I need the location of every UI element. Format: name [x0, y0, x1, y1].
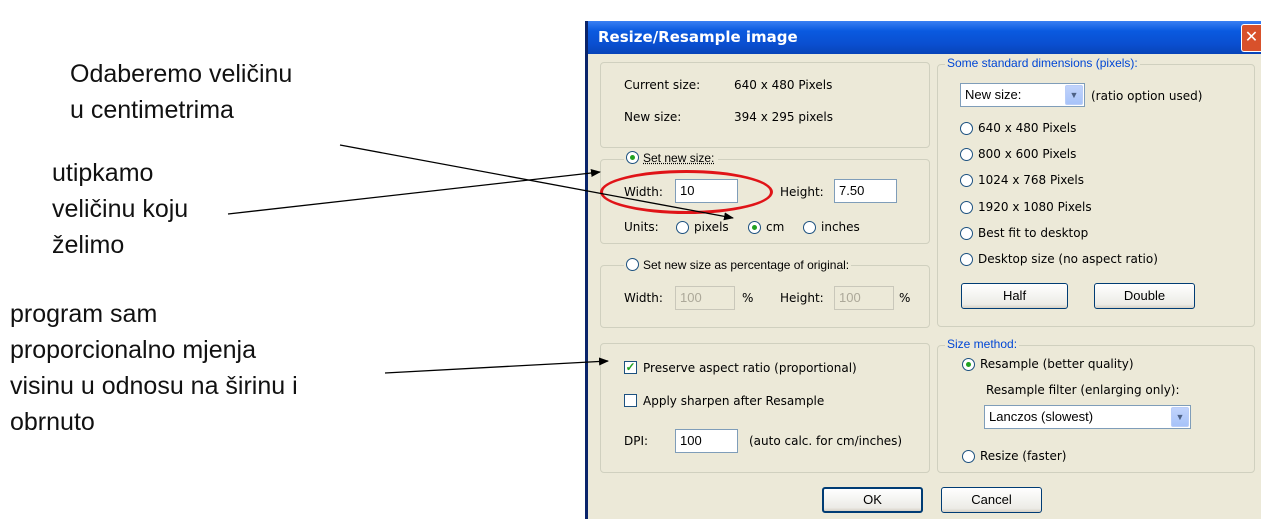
resample-filter-select[interactable]: Lanczos (slowest) ▼ [984, 405, 1191, 429]
option-640-label: 640 x 480 Pixels [978, 121, 1077, 135]
resize-radio[interactable] [962, 450, 975, 463]
units-label: Units: [624, 220, 659, 234]
set-new-size-legend[interactable]: Set new size: [624, 151, 719, 165]
annotation-line: Odaberemo veličinu [70, 60, 293, 88]
height-input[interactable]: 7.50 [834, 179, 897, 203]
highlight-ellipse [600, 170, 773, 214]
resize-label: Resize (faster) [980, 449, 1067, 463]
option-1920-label: 1920 x 1080 Pixels [978, 200, 1092, 214]
preserve-aspect-label: Preserve aspect ratio (proportional) [643, 361, 857, 375]
unit-pixels-radio[interactable] [676, 221, 689, 234]
annotation-line: želimo [52, 231, 125, 259]
size-method-legend: Size method: [945, 337, 1020, 351]
option-desktop-radio[interactable] [960, 253, 973, 266]
option-best-fit-label: Best fit to desktop [978, 226, 1089, 240]
annotation-line: program sam [10, 300, 158, 328]
percentage-label: Set new size as percentage of original: [643, 258, 850, 272]
unit-inches-radio[interactable] [803, 221, 816, 234]
annotation-line: visinu u odnosu na širinu i [10, 372, 298, 400]
option-640-radio[interactable] [960, 122, 973, 135]
dialog-title: Resize/Resample image [598, 28, 798, 46]
percent-sign: % [742, 291, 754, 305]
resample-radio[interactable] [962, 358, 975, 371]
unit-cm-radio[interactable] [748, 221, 761, 234]
unit-pixels-label: pixels [694, 220, 729, 234]
percent-width-input[interactable]: 100 [675, 286, 735, 310]
chevron-down-icon[interactable]: ▼ [1065, 85, 1083, 105]
unit-cm-label: cm [766, 220, 785, 234]
percentage-legend[interactable]: Set new size as percentage of original: [624, 258, 852, 272]
percent-height-input[interactable]: 100 [834, 286, 894, 310]
current-size-value: 640 x 480 Pixels [734, 78, 833, 92]
new-size-select-value: New size: [965, 87, 1022, 102]
arrow-to-width-field [227, 169, 601, 215]
percent-sign: % [899, 291, 911, 305]
set-new-size-radio[interactable] [626, 151, 639, 164]
option-1024-label: 1024 x 768 Pixels [978, 173, 1084, 187]
ratio-hint: (ratio option used) [1091, 89, 1203, 103]
preserve-aspect-checkbox[interactable]: ✓ [624, 361, 637, 374]
half-button[interactable]: Half [961, 283, 1068, 309]
dpi-label: DPI: [624, 434, 649, 448]
percent-height-label: Height: [780, 291, 824, 305]
annotation-choose-centimeters: Odaberemo veličinu u centimetrima [70, 56, 292, 128]
option-best-fit-radio[interactable] [960, 227, 973, 240]
new-size-select[interactable]: New size: ▼ [960, 83, 1085, 107]
apply-sharpen-checkbox[interactable] [624, 394, 637, 407]
dpi-hint: (auto calc. for cm/inches) [749, 434, 903, 448]
new-size-value: 394 x 295 pixels [734, 110, 834, 124]
unit-inches-label: inches [821, 220, 860, 234]
option-800-label: 800 x 600 Pixels [978, 147, 1077, 161]
annotation-line: u centimetrima [70, 96, 234, 124]
size-info-group [600, 62, 930, 148]
annotation-line: utipkamo [52, 159, 154, 187]
arrow-to-preserve-checkbox [384, 357, 609, 374]
standard-dimensions-legend: Some standard dimensions (pixels): [945, 56, 1140, 70]
annotation-line: obrnuto [10, 408, 95, 436]
double-button[interactable]: Double [1094, 283, 1195, 309]
percent-width-label: Width: [624, 291, 663, 305]
annotation-proportional: program sam proporcionalno mjenja visinu… [10, 296, 298, 440]
title-bar[interactable]: Resize/Resample image ✕ [588, 21, 1261, 54]
chevron-down-icon[interactable]: ▼ [1171, 407, 1189, 427]
resample-filter-label: Resample filter (enlarging only): [986, 383, 1180, 397]
option-1920-radio[interactable] [960, 201, 973, 214]
apply-sharpen-label: Apply sharpen after Resample [643, 394, 825, 408]
resample-label: Resample (better quality) [980, 357, 1134, 371]
new-size-label: New size: [624, 110, 682, 124]
ok-button[interactable]: OK [822, 487, 923, 513]
current-size-label: Current size: [624, 78, 701, 92]
option-800-radio[interactable] [960, 148, 973, 161]
option-desktop-label: Desktop size (no aspect ratio) [978, 252, 1158, 266]
dpi-input[interactable]: 100 [675, 429, 738, 453]
annotation-line: veličinu koju [52, 195, 189, 223]
height-label: Height: [780, 185, 824, 199]
option-1024-radio[interactable] [960, 174, 973, 187]
resample-filter-value: Lanczos (slowest) [989, 409, 1094, 424]
annotation-line: proporcionalno mjenja [10, 336, 256, 364]
close-icon[interactable]: ✕ [1241, 24, 1261, 52]
percentage-radio[interactable] [626, 258, 639, 271]
set-new-size-label: Set new size: [643, 151, 715, 165]
cancel-button[interactable]: Cancel [941, 487, 1042, 513]
annotation-type-size: utipkamo veličinu koju želimo [52, 155, 188, 263]
